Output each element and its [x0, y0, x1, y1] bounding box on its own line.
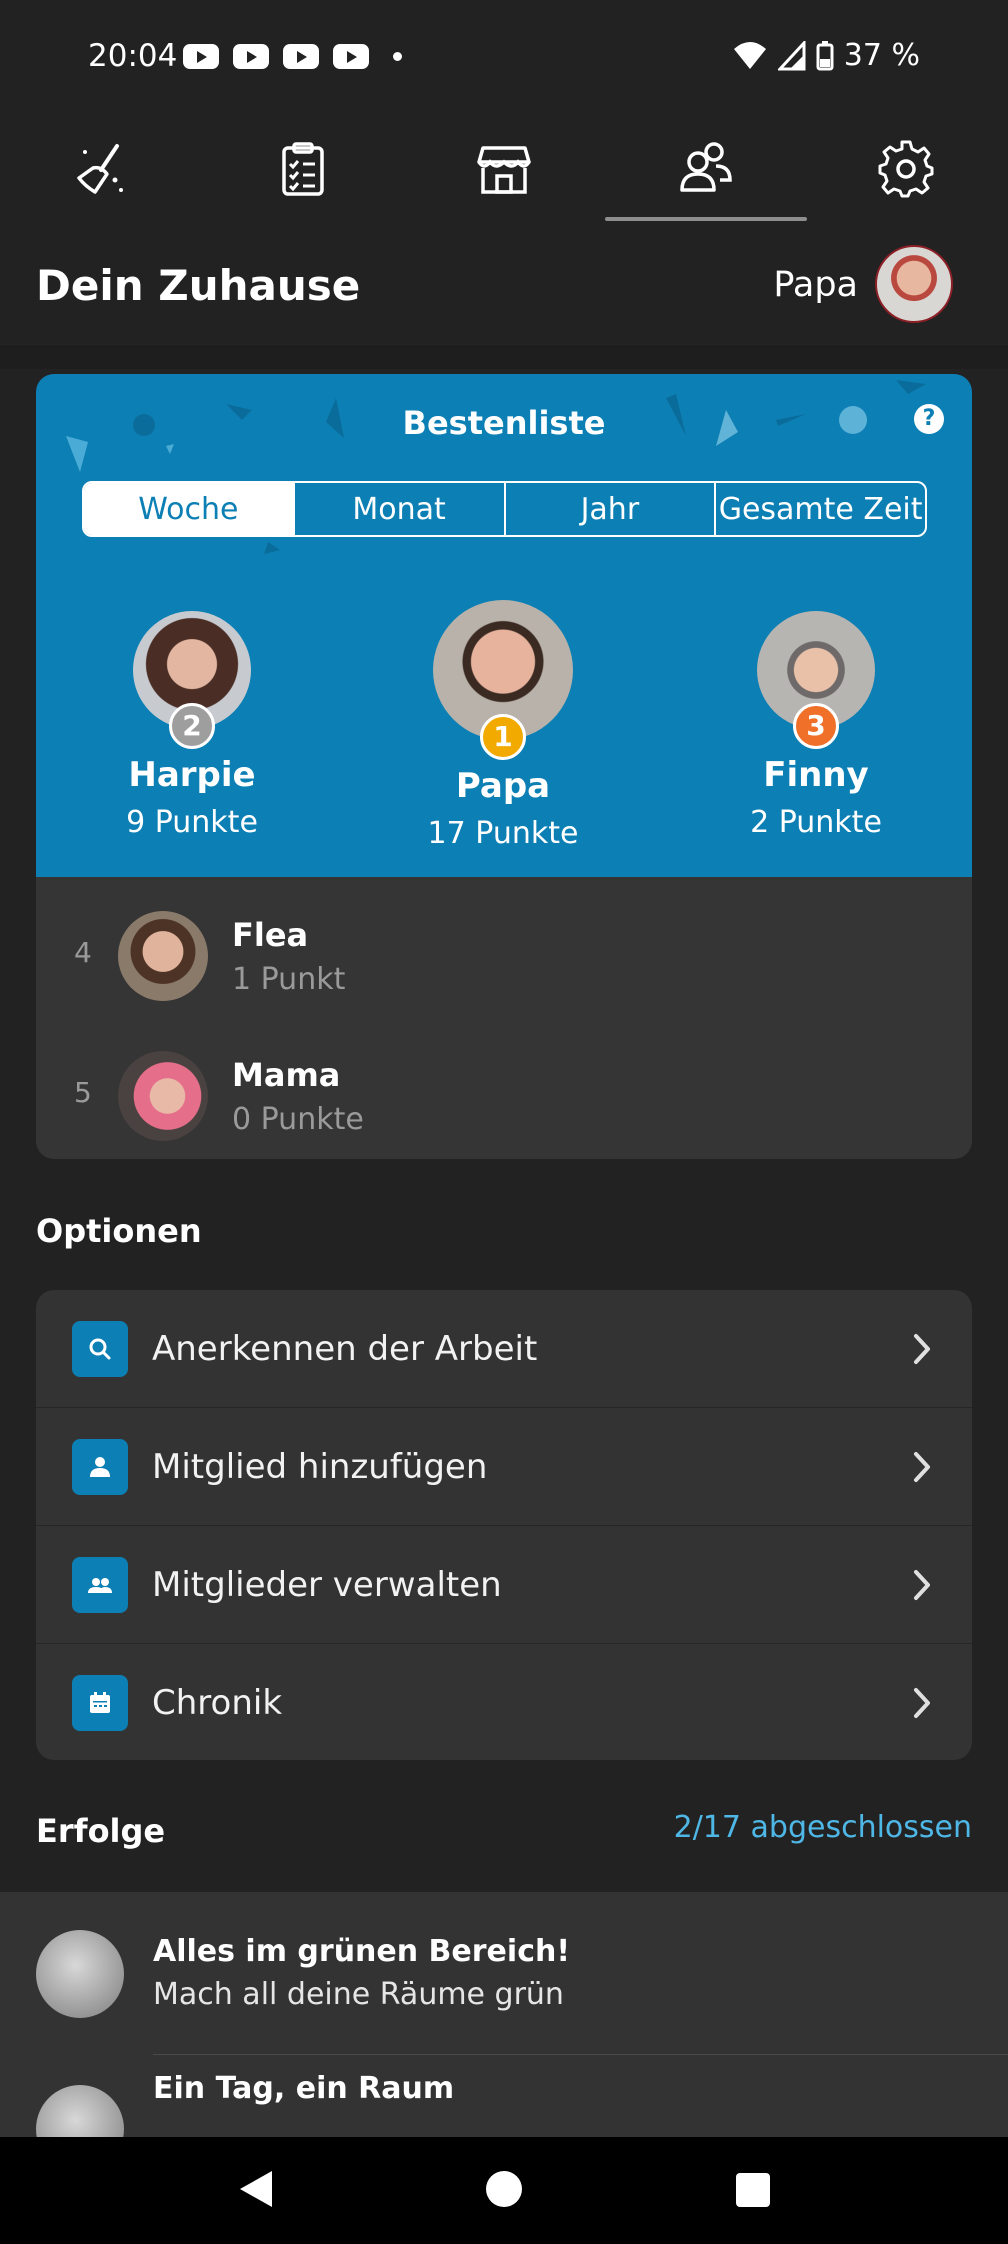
clipboard-checklist-icon: [282, 142, 324, 196]
option-label: Mitglieder verwalten: [152, 1565, 502, 1605]
option-label: Mitglied hinzufügen: [152, 1447, 488, 1487]
podium-name: Papa: [455, 766, 551, 806]
option-manage-members[interactable]: Mitglieder verwalten: [36, 1526, 972, 1644]
notification-icons: [183, 44, 402, 69]
avatar: 2: [133, 611, 251, 749]
youtube-notification-icon: [183, 44, 219, 69]
row-name: Mama: [232, 1056, 341, 1094]
house-achievement-icon: [36, 1930, 124, 2018]
current-user-avatar[interactable]: [875, 245, 953, 323]
leaderboard-podium-area: Bestenliste ? Woche Monat Jahr Gesamte Z…: [36, 374, 972, 877]
options-list: Anerkennen der Arbeit Mitglied hinzufüge…: [36, 1290, 972, 1760]
tab-cleaning[interactable]: [2, 115, 202, 223]
chevron-right-icon: [914, 1688, 930, 1718]
podium-rank-3[interactable]: 3 Finny 2 Punkte: [686, 611, 946, 840]
avatar: [118, 1051, 208, 1141]
group-icon: [72, 1557, 128, 1613]
status-bar: 20:04 37 %: [0, 0, 1008, 115]
achievement-title: Alles im grünen Bereich!: [153, 1934, 571, 1969]
recents-icon[interactable]: [734, 2167, 772, 2211]
achievement-description: Mach all deine Räume grün: [153, 1977, 564, 2012]
youtube-notification-icon: [333, 44, 369, 69]
chevron-right-icon: [914, 1570, 930, 1600]
person-icon: [72, 1439, 128, 1495]
leaderboard-title: Bestenliste: [402, 404, 606, 442]
rank-badge: 3: [793, 703, 839, 749]
option-label: Chronik: [152, 1683, 283, 1723]
option-acknowledge-work[interactable]: Anerkennen der Arbeit: [36, 1290, 972, 1408]
youtube-notification-icon: [283, 44, 319, 69]
period-tab-week[interactable]: Woche: [84, 483, 295, 535]
achievements-section-title: Erfolge: [36, 1812, 166, 1850]
row-name: Flea: [232, 916, 309, 954]
leaderboard-row[interactable]: 4 Flea 1 Punkt: [36, 884, 972, 1014]
avatar: [118, 911, 208, 1001]
chevron-right-icon: [914, 1452, 930, 1482]
podium-points: 2 Punkte: [750, 805, 882, 840]
tab-shop[interactable]: [404, 115, 604, 223]
more-notifications-dot-icon: [393, 52, 402, 61]
leaderboard-card: Bestenliste ? Woche Monat Jahr Gesamte Z…: [36, 374, 972, 1159]
row-rank: 4: [74, 936, 92, 969]
period-selector: Woche Monat Jahr Gesamte Zeit: [82, 481, 927, 537]
help-icon[interactable]: ?: [914, 404, 944, 434]
achievements-list: Alles im grünen Bereich! Mach all deine …: [0, 1892, 1008, 2173]
podium-rank-1[interactable]: 1 Papa 17 Punkte: [373, 600, 633, 851]
calendar-icon: [72, 1675, 128, 1731]
active-tab-indicator: [605, 217, 807, 221]
row-rank: 5: [74, 1076, 92, 1109]
row-points: 0 Punkte: [232, 1102, 364, 1137]
divider: [0, 347, 1008, 369]
shop-icon: [477, 146, 531, 194]
top-tab-bar: [0, 115, 1008, 223]
page-title: Dein Zuhause: [36, 261, 361, 310]
achievement-title: Ein Tag, ein Raum: [153, 2071, 455, 2106]
system-navigation-bar: [0, 2137, 1008, 2244]
option-add-member[interactable]: Mitglied hinzufügen: [36, 1408, 972, 1526]
rank-badge: 2: [169, 703, 215, 749]
page-header: Dein Zuhause Papa: [0, 223, 1008, 347]
podium-rank-2[interactable]: 2 Harpie 9 Punkte: [62, 611, 322, 840]
chevron-right-icon: [914, 1334, 930, 1364]
people-icon: [680, 142, 732, 192]
period-tab-month[interactable]: Monat: [295, 483, 506, 535]
option-label: Anerkennen der Arbeit: [152, 1329, 538, 1369]
options-section-title: Optionen: [36, 1212, 202, 1250]
youtube-notification-icon: [233, 44, 269, 69]
search-icon: [72, 1321, 128, 1377]
achievement-item[interactable]: Alles im grünen Bereich! Mach all deine …: [0, 1892, 1008, 2055]
cleaning-broom-icon: [77, 144, 123, 194]
battery-icon: [816, 40, 834, 70]
period-tab-all-time[interactable]: Gesamte Zeit: [716, 483, 925, 535]
podium-points: 9 Punkte: [126, 805, 258, 840]
option-history[interactable]: Chronik: [36, 1644, 972, 1760]
tab-tasks[interactable]: [203, 115, 403, 223]
status-time: 20:04: [88, 38, 178, 74]
current-user-name[interactable]: Papa: [773, 265, 858, 305]
gear-icon: [878, 140, 934, 198]
podium-name: Finny: [763, 755, 869, 795]
podium-points: 17 Punkte: [427, 816, 579, 851]
tab-members[interactable]: [605, 115, 805, 223]
avatar: 1: [433, 600, 573, 760]
row-points: 1 Punkt: [232, 962, 346, 997]
signal-icon: [777, 40, 806, 70]
battery-percent: 37 %: [843, 38, 920, 73]
rank-badge: 1: [480, 714, 526, 760]
podium-name: Harpie: [128, 755, 256, 795]
home-icon[interactable]: [484, 2167, 524, 2211]
period-tab-year[interactable]: Jahr: [506, 483, 717, 535]
wifi-icon: [733, 41, 766, 69]
achievements-progress-link[interactable]: 2/17 abgeschlossen: [674, 1810, 972, 1845]
back-icon[interactable]: [232, 2167, 276, 2211]
tab-settings[interactable]: [806, 115, 1006, 223]
status-right: 37 %: [732, 38, 920, 73]
leaderboard-row[interactable]: 5 Mama 0 Punkte: [36, 1024, 972, 1154]
avatar: 3: [757, 611, 875, 749]
